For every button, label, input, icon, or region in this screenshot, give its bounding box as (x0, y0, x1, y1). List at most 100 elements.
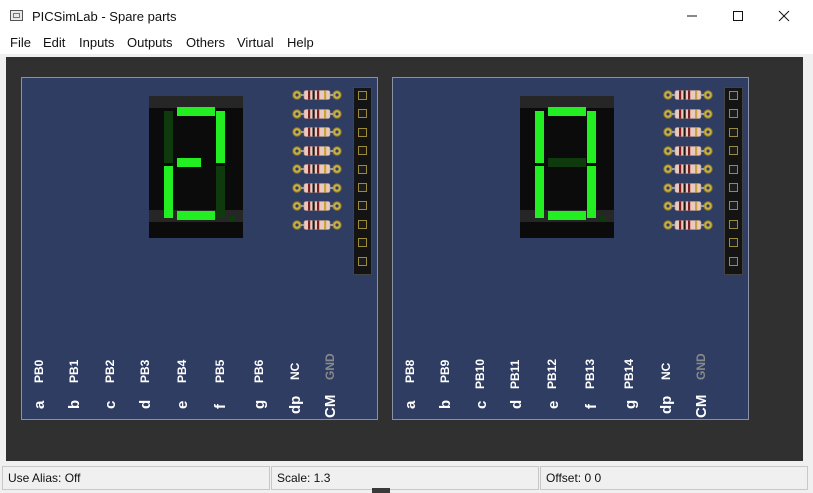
menu-file[interactable]: File (10, 35, 31, 50)
workspace: PB0 PB1 PB2 PB3 PB4 PB5 PB6 NC GND a b c… (6, 57, 803, 461)
seven-segment-display (520, 96, 614, 238)
menu-virtual[interactable]: Virtual (237, 35, 274, 50)
header-pin (358, 256, 367, 266)
resistor (663, 181, 713, 193)
menu-edit[interactable]: Edit (43, 35, 65, 50)
resistor (292, 144, 342, 156)
segment-e (164, 166, 173, 218)
minimize-icon (687, 15, 697, 17)
pin-label: NC (288, 362, 302, 380)
segment-a (177, 107, 215, 116)
segment-label: f (212, 404, 229, 409)
segment-label: g (622, 399, 639, 409)
header-pin (729, 256, 738, 266)
segment-dp (229, 216, 235, 222)
pin-header (353, 87, 372, 275)
maximize-icon (733, 11, 743, 21)
menu-help[interactable]: Help (287, 35, 314, 50)
title-bar: PICSimLab - Spare parts (0, 0, 813, 32)
pin-label: PB9 (438, 359, 452, 383)
resistor (292, 199, 342, 211)
pin-label: PB4 (175, 359, 189, 383)
close-button[interactable] (761, 0, 807, 32)
minimize-button[interactable] (669, 0, 715, 32)
pin-label: PB0 (32, 359, 46, 383)
pin-label: PB8 (403, 359, 417, 383)
segment-d (177, 211, 215, 220)
segment-label: a (31, 400, 48, 409)
segment-label: d (137, 399, 154, 409)
segment-label: CM (322, 394, 339, 418)
pin-label: PB10 (473, 358, 487, 389)
menu-inputs[interactable]: Inputs (79, 35, 114, 50)
segment-c (216, 166, 225, 218)
pin-label: PB14 (622, 358, 636, 389)
pin-header (724, 87, 743, 275)
header-pin (358, 219, 367, 229)
seven-segment-display (149, 96, 243, 238)
pin-label: PB12 (545, 358, 559, 389)
header-pin (729, 219, 738, 229)
pin-label: PB6 (252, 359, 266, 383)
header-pin (358, 201, 367, 211)
pin-label: PB13 (583, 358, 597, 389)
resistor (663, 218, 713, 230)
segment-label: b (437, 399, 454, 409)
resistor (292, 218, 342, 230)
close-icon (778, 10, 790, 22)
resistor (663, 162, 713, 174)
segment-label: dp (287, 395, 304, 414)
segment-e (535, 166, 544, 218)
segment-c (587, 166, 596, 218)
header-pin (358, 109, 367, 119)
segment-label: CM (693, 394, 710, 418)
resistor (292, 88, 342, 100)
resistor (663, 199, 713, 211)
status-alias: Use Alias: Off (2, 466, 270, 490)
segment-a (548, 107, 586, 116)
resistor (663, 88, 713, 100)
window-title: PICSimLab - Spare parts (32, 9, 177, 24)
segment-label: e (174, 400, 191, 409)
resistor (663, 107, 713, 119)
header-pin (729, 146, 738, 156)
pin-label: PB2 (103, 359, 117, 383)
seven-segment-board-2[interactable]: PB8 PB9 PB10 PB11 PB12 PB13 PB14 NC GND … (392, 77, 749, 420)
header-pin (729, 91, 738, 100)
segment-label: b (66, 399, 83, 409)
header-pin (358, 238, 367, 248)
pin-label: PB11 (508, 359, 522, 389)
segment-f (535, 111, 544, 163)
header-pin (729, 238, 738, 248)
segment-label: dp (658, 395, 675, 414)
header-pin (729, 164, 738, 174)
segment-label: f (583, 404, 600, 409)
menu-others[interactable]: Others (186, 35, 225, 50)
pin-label: GND (694, 353, 708, 380)
segment-label: g (251, 399, 268, 409)
status-scale: Scale: 1.3 (271, 466, 539, 490)
status-offset: Offset: 0 0 (540, 466, 808, 490)
header-pin (729, 127, 738, 137)
menu-bar: File Edit Inputs Outputs Others Virtual … (0, 32, 813, 54)
header-pin (358, 91, 367, 100)
segment-f (164, 111, 173, 163)
segment-g (548, 158, 586, 167)
seven-segment-board-1[interactable]: PB0 PB1 PB2 PB3 PB4 PB5 PB6 NC GND a b c… (21, 77, 378, 420)
segment-dp (600, 216, 606, 222)
header-pin (729, 201, 738, 211)
pin-label: GND (323, 353, 337, 380)
segment-label: c (473, 400, 490, 409)
resistor (292, 162, 342, 174)
resistor (663, 144, 713, 156)
horizontal-scrollbar-thumb[interactable] (372, 488, 390, 493)
resistor (663, 125, 713, 137)
pin-label: PB5 (213, 359, 227, 383)
status-bar: Use Alias: Off Scale: 1.3 Offset: 0 0 (0, 465, 813, 493)
segment-d (548, 211, 586, 220)
segment-label: e (545, 400, 562, 409)
menu-outputs[interactable]: Outputs (127, 35, 173, 50)
app-icon (10, 10, 23, 21)
maximize-button[interactable] (715, 0, 761, 32)
header-pin (729, 183, 738, 192)
